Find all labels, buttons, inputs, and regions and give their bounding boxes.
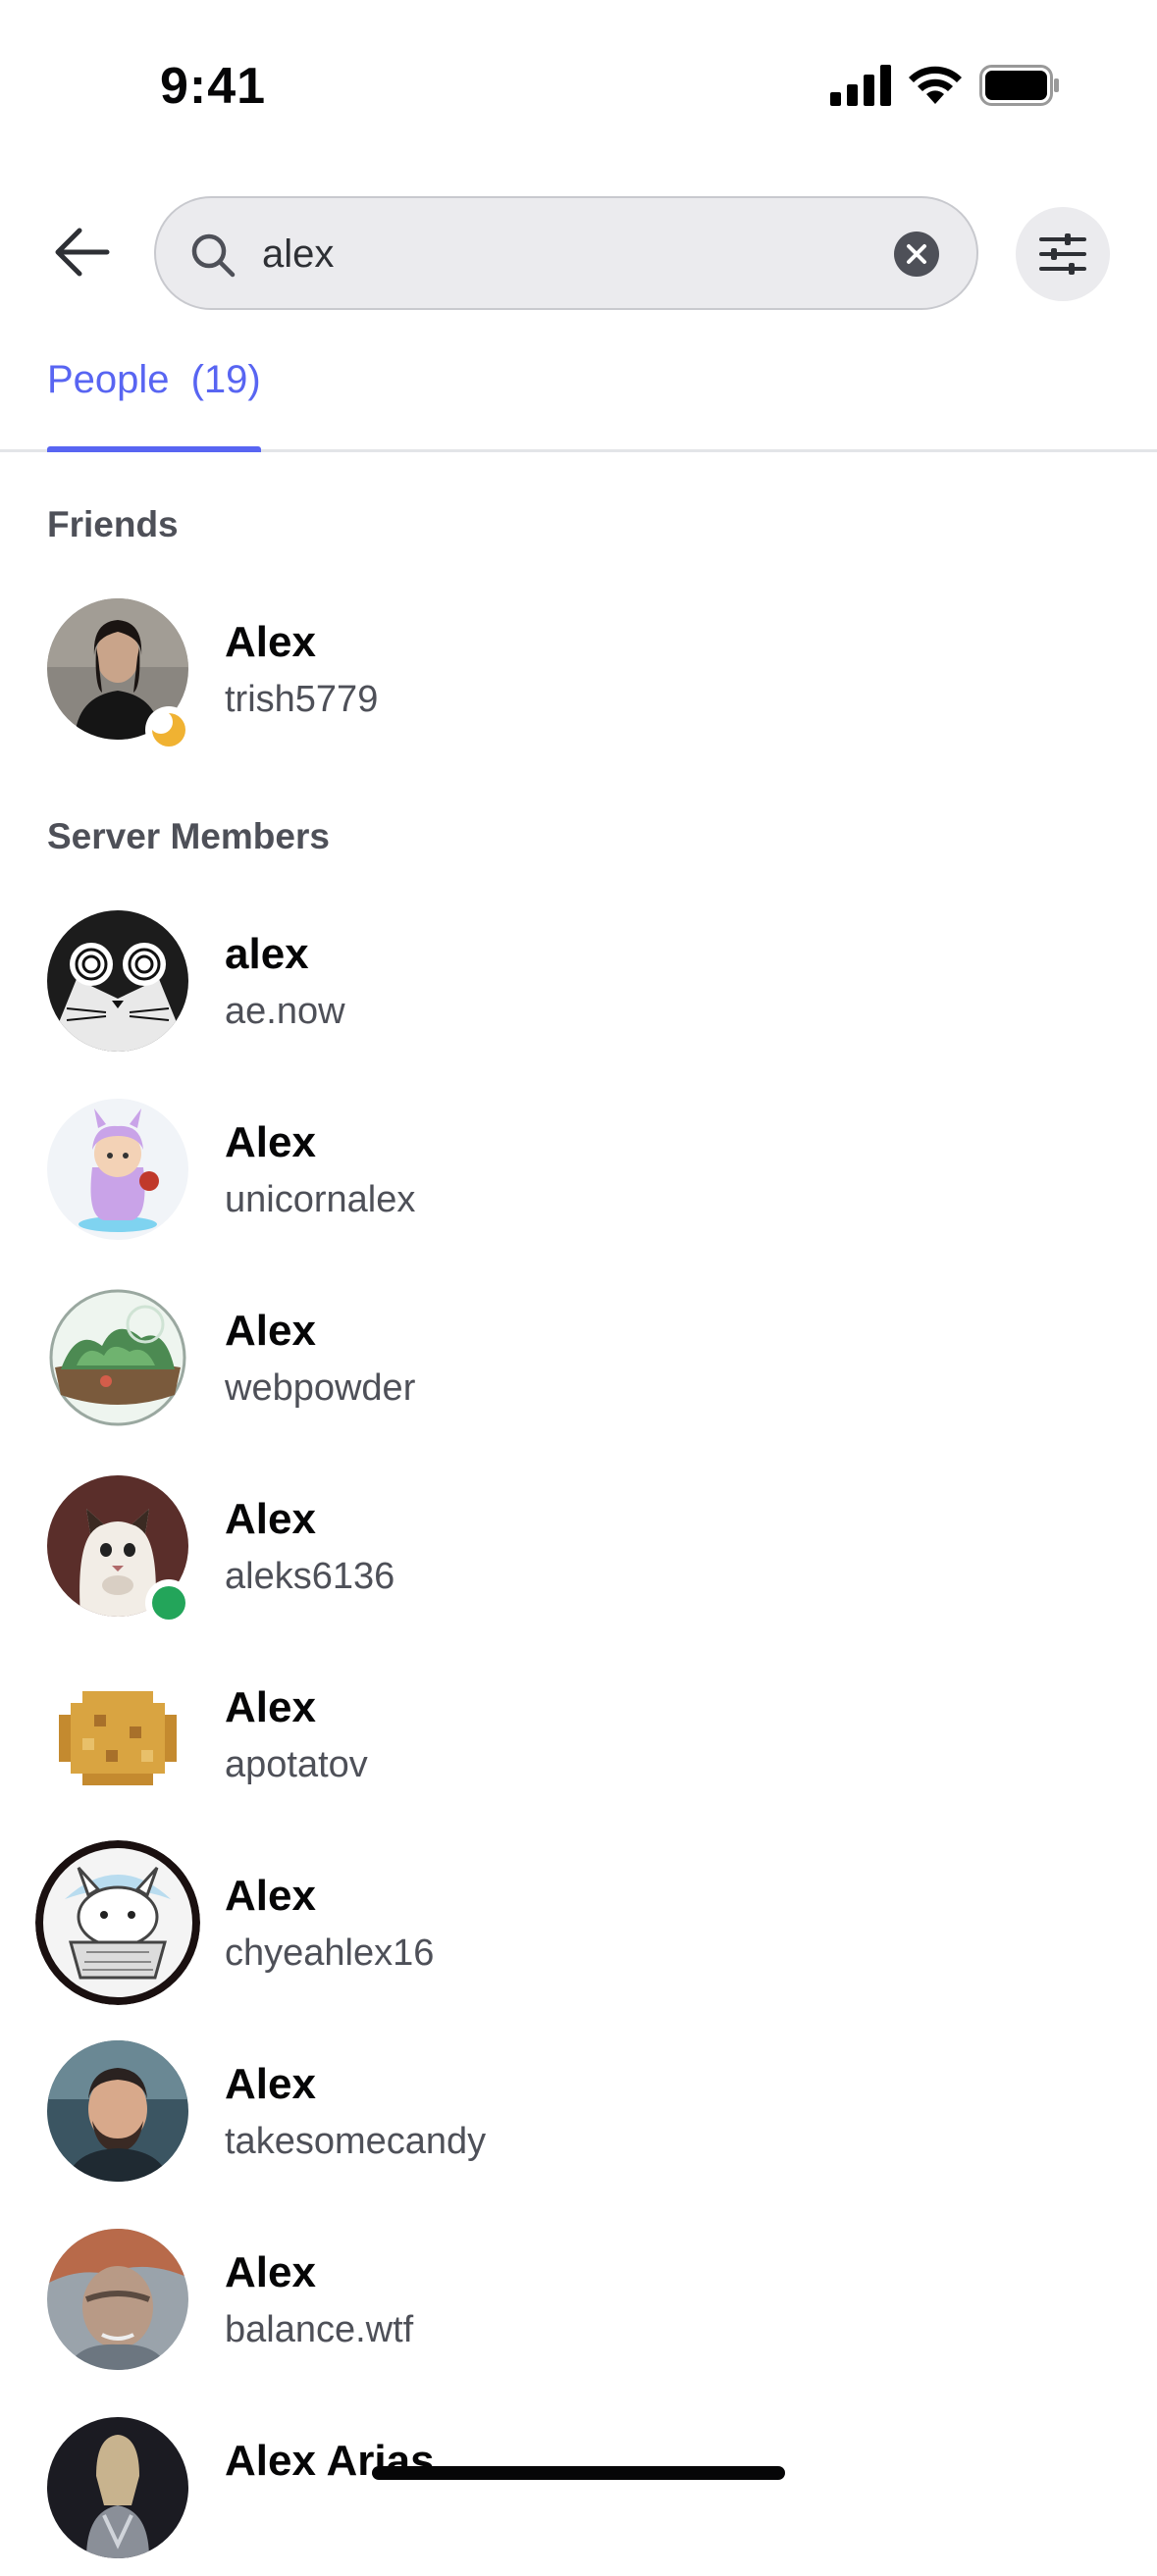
member-username: takesomecandy <box>225 2121 487 2162</box>
member-row[interactable]: Alex Arias <box>0 2399 1157 2576</box>
filter-button[interactable] <box>1016 207 1110 301</box>
status-time: 9:41 <box>160 58 267 115</box>
sliders-icon <box>1039 233 1086 275</box>
member-name: Alex <box>225 2248 316 2296</box>
status-bar: 9:41 <box>0 0 1157 167</box>
member-row[interactable]: Alex chyeahlex16 <box>0 1834 1157 2011</box>
tab-people-label: People <box>47 358 170 401</box>
clear-search-button[interactable] <box>894 232 939 277</box>
friend-username: trish5779 <box>225 679 379 720</box>
member-username: chyeahlex16 <box>225 1932 435 1974</box>
tab-people[interactable]: People (19) <box>47 358 261 402</box>
battery-icon <box>979 65 1059 106</box>
online-dot <box>152 1586 185 1620</box>
tab-bar: People (19) <box>0 338 1157 452</box>
cartoon-unicorn-avatar <box>47 1099 188 1240</box>
armored-figure-avatar <box>47 2417 188 2558</box>
back-button[interactable] <box>47 218 116 286</box>
section-header-friends: Friends <box>47 504 179 544</box>
status-online-indicator <box>145 1579 192 1626</box>
friend-name: Alex <box>225 618 316 666</box>
member-username: unicornalex <box>225 1179 416 1220</box>
member-name: Alex <box>225 1118 316 1166</box>
moon-icon <box>151 712 185 747</box>
bunny-computer-avatar <box>35 1840 200 2005</box>
member-username: balance.wtf <box>225 2309 414 2350</box>
member-name: alex <box>225 930 309 978</box>
member-row[interactable]: Alex takesomecandy <box>0 2023 1157 2199</box>
terrarium-avatar <box>47 1287 188 1428</box>
member-row[interactable]: alex ae.now <box>0 893 1157 1069</box>
arrow-left-icon <box>55 228 110 277</box>
member-username: aleks6136 <box>225 1556 395 1597</box>
cat-bw-avatar <box>47 910 188 1052</box>
member-username: webpowder <box>225 1367 416 1409</box>
member-username: ae.now <box>225 991 345 1032</box>
close-icon <box>907 244 926 264</box>
search-bar[interactable] <box>154 196 978 310</box>
member-name: Alex <box>225 1872 316 1920</box>
friend-row[interactable]: Alex trish5779 <box>0 581 1157 757</box>
member-name: Alex <box>225 1495 316 1543</box>
cellular-signal-icon <box>830 65 891 106</box>
photo-man-avatar <box>47 2040 188 2182</box>
section-header-server-members: Server Members <box>47 816 330 856</box>
member-row[interactable]: Alex unicornalex <box>0 1081 1157 1258</box>
active-tab-indicator <box>47 446 261 452</box>
member-name: Alex <box>225 1307 316 1355</box>
search-input[interactable] <box>262 224 851 284</box>
tab-people-count: (19) <box>190 358 261 401</box>
pixel-potato-avatar <box>47 1664 188 1805</box>
home-indicator[interactable] <box>372 2466 785 2480</box>
search-icon <box>191 233 236 278</box>
wifi-icon <box>909 66 962 104</box>
member-name: Alex <box>225 2060 316 2108</box>
member-name: Alex <box>225 1683 316 1731</box>
member-username: apotatov <box>225 1744 368 1785</box>
member-row[interactable]: Alex webpowder <box>0 1269 1157 1446</box>
painted-face-avatar <box>47 2229 188 2370</box>
member-row[interactable]: Alex apotatov <box>0 1646 1157 1823</box>
status-idle-indicator <box>145 706 192 753</box>
member-row[interactable]: Alex balance.wtf <box>0 2211 1157 2388</box>
